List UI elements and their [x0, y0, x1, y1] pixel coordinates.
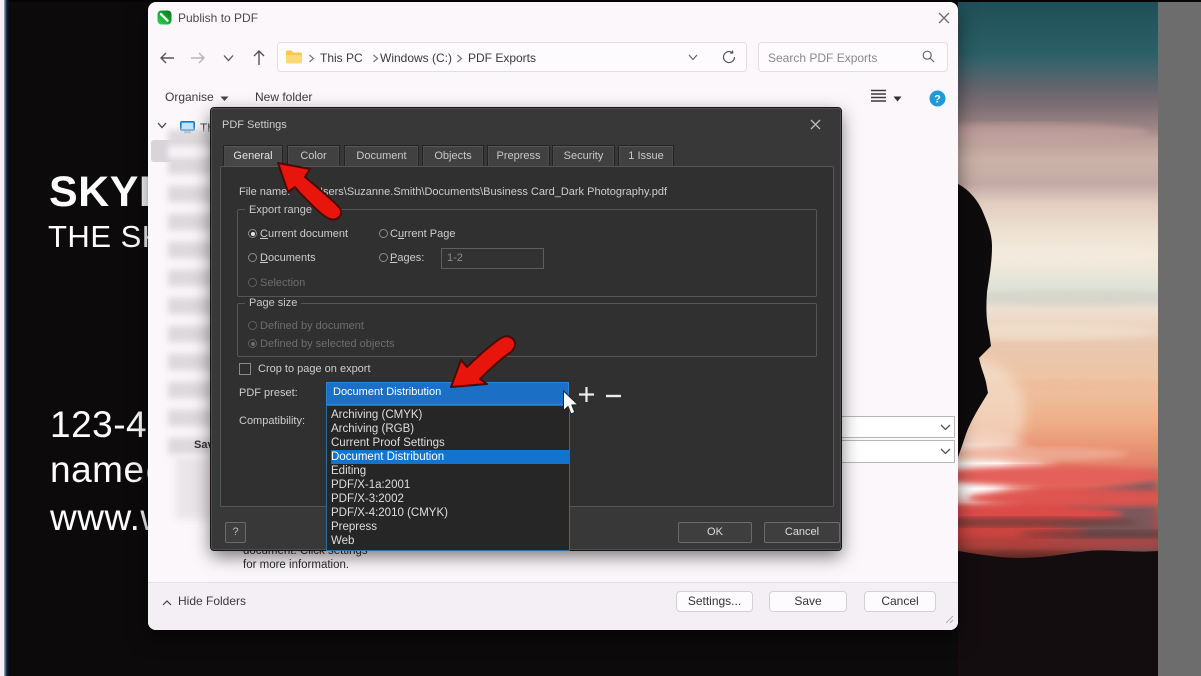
svg-text:?: ? — [934, 94, 941, 106]
